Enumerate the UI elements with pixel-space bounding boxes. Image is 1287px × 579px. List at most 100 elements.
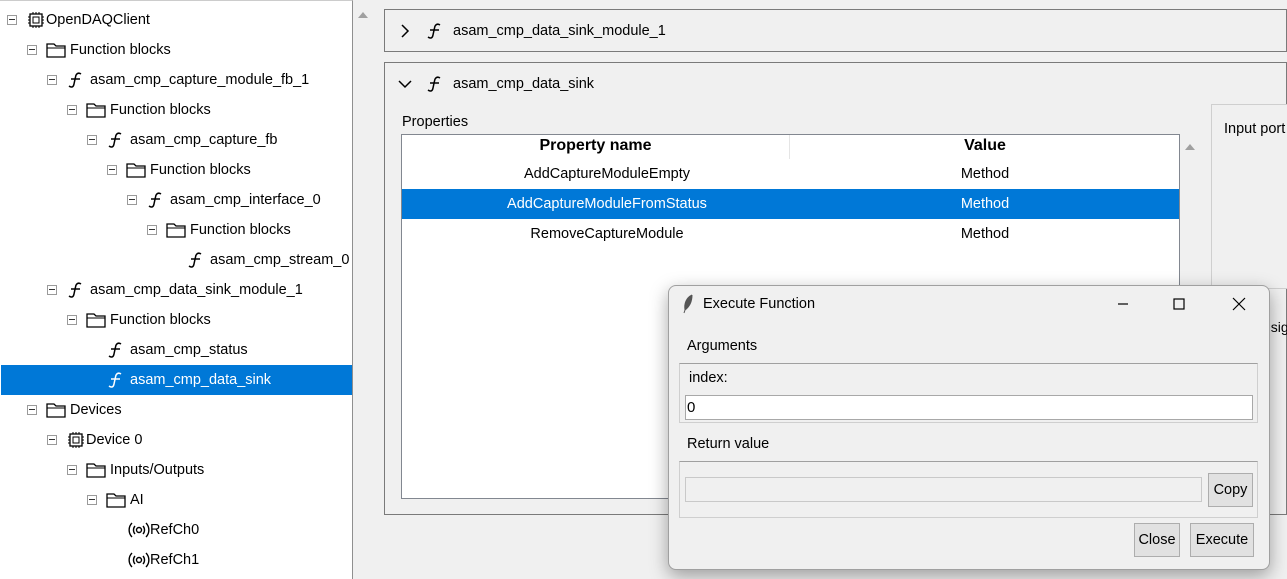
tree-item[interactable]: asam_cmp_capture_module_fb_1 — [1, 65, 352, 95]
tree-item[interactable]: Function blocks — [1, 305, 352, 335]
copy-button[interactable]: Copy — [1208, 473, 1253, 507]
minimize-button[interactable] — [1101, 292, 1145, 316]
tree-item-label: Function blocks — [190, 222, 291, 238]
index-label: index: — [689, 370, 728, 386]
arguments-label: Arguments — [687, 338, 758, 354]
tree-item-label: Function blocks — [70, 42, 171, 58]
function-icon — [146, 191, 166, 209]
table-row[interactable]: AddCaptureModuleFromStatus Method — [402, 189, 1179, 219]
return-value-field[interactable] — [685, 477, 1202, 502]
chevron-down-icon[interactable] — [397, 76, 413, 92]
function-icon — [106, 371, 126, 389]
collapse-toggle-icon[interactable] — [47, 435, 57, 445]
property-value-cell: Method — [960, 196, 1010, 212]
tree-item[interactable]: Inputs/Outputs — [1, 455, 352, 485]
signal-icon — [126, 521, 150, 539]
tree-item[interactable]: RefCh1 — [1, 545, 352, 575]
chip-icon — [26, 11, 46, 29]
dialog-titlebar[interactable]: Execute Function — [669, 286, 1269, 322]
tree-item-label: asam_cmp_stream_0 — [210, 252, 350, 268]
property-value-cell: Method — [960, 166, 1010, 182]
collapsed-panel-data-sink-module[interactable]: asam_cmp_data_sink_module_1 — [384, 9, 1287, 52]
collapse-toggle-icon[interactable] — [87, 495, 97, 505]
tree-item-label: AI — [130, 492, 144, 508]
column-header-value[interactable]: Value — [791, 135, 1179, 159]
tree-item-label: OpenDAQClient — [46, 12, 150, 28]
tree-item-label: Device 0 — [86, 432, 143, 448]
tree-item-label: asam_cmp_data_sink_module_1 — [90, 282, 303, 298]
index-input[interactable] — [685, 395, 1253, 420]
tree-item[interactable]: Function blocks — [1, 215, 352, 245]
tree-item[interactable]: asam_cmp_status — [1, 335, 352, 365]
table-row[interactable]: RemoveCaptureModule Method — [402, 219, 1179, 249]
tree-item[interactable]: asam_cmp_stream_0 — [1, 245, 352, 275]
tree-item[interactable]: asam_cmp_data_sink — [1, 365, 352, 395]
tree-item-label: Function blocks — [150, 162, 251, 178]
table-scroll-up-arrow-icon[interactable] — [1185, 138, 1195, 154]
collapse-toggle-icon[interactable] — [7, 15, 17, 25]
collapse-toggle-icon[interactable] — [87, 135, 97, 145]
collapse-toggle-icon[interactable] — [147, 225, 157, 235]
tree-item[interactable]: Device 0 — [1, 425, 352, 455]
tree-item[interactable]: RefCh0 — [1, 515, 352, 545]
folder-icon — [46, 41, 66, 59]
function-icon — [66, 71, 86, 89]
maximize-button[interactable] — [1157, 292, 1201, 316]
collapse-toggle-icon[interactable] — [27, 45, 37, 55]
tree-item-label: asam_cmp_data_sink — [130, 372, 272, 388]
close-window-button[interactable] — [1217, 292, 1261, 316]
input-ports-label: Input port — [1224, 121, 1286, 137]
minimize-icon — [1118, 303, 1128, 305]
property-name-cell: AddCaptureModuleFromStatus — [507, 196, 707, 212]
tree-item-label: asam_cmp_status — [130, 342, 248, 358]
function-icon — [427, 23, 441, 39]
execute-function-dialog: Execute Function Arguments index: Return… — [668, 285, 1270, 570]
function-icon — [427, 76, 441, 92]
property-name-cell: AddCaptureModuleEmpty — [523, 166, 691, 182]
collapse-toggle-icon[interactable] — [127, 195, 137, 205]
close-icon — [1232, 297, 1246, 311]
folder-icon — [86, 311, 106, 329]
panel-title: asam_cmp_data_sink — [453, 76, 595, 92]
tree-item[interactable]: Devices — [1, 395, 352, 425]
collapse-toggle-icon[interactable] — [27, 405, 37, 415]
device-tree[interactable]: OpenDAQClient Function blocks asam_cmp_cap… — [0, 0, 353, 579]
tree-item-label: asam_cmp_interface_0 — [170, 192, 321, 208]
panel-header[interactable]: asam_cmp_data_sink — [397, 63, 594, 105]
chevron-right-icon[interactable] — [397, 23, 413, 39]
close-button[interactable]: Close — [1134, 523, 1180, 557]
column-header-property-name[interactable]: Property name — [402, 135, 790, 159]
tree-item[interactable]: asam_cmp_data_sink_module_1 — [1, 275, 352, 305]
tree-item[interactable]: Function blocks — [1, 95, 352, 125]
function-icon — [66, 281, 86, 299]
properties-label: Properties — [402, 114, 469, 130]
tree-item-label: asam_cmp_capture_module_fb_1 — [90, 72, 310, 88]
collapse-toggle-icon[interactable] — [47, 285, 57, 295]
tree-item-label: RefCh1 — [150, 552, 200, 568]
collapse-toggle-icon[interactable] — [107, 165, 117, 175]
tree-item[interactable]: asam_cmp_interface_0 — [1, 185, 352, 215]
folder-icon — [46, 401, 66, 419]
folder-icon — [126, 161, 146, 179]
function-icon — [186, 251, 206, 269]
panel-header[interactable]: asam_cmp_data_sink_module_1 — [397, 10, 666, 52]
collapse-toggle-icon[interactable] — [67, 315, 77, 325]
tree-item[interactable]: Function blocks — [1, 35, 352, 65]
execute-button[interactable]: Execute — [1190, 523, 1254, 557]
folder-icon — [166, 221, 186, 239]
collapse-toggle-icon[interactable] — [47, 75, 57, 85]
table-row[interactable]: AddCaptureModuleEmpty Method — [402, 159, 1179, 189]
tree-item-label: Devices — [70, 402, 122, 418]
tree-item[interactable]: Function blocks — [1, 155, 352, 185]
collapse-toggle-icon[interactable] — [67, 105, 77, 115]
tree-item[interactable]: OpenDAQClient — [1, 5, 352, 35]
tree-item-label: asam_cmp_capture_fb — [130, 132, 278, 148]
tree-item[interactable]: asam_cmp_capture_fb — [1, 125, 352, 155]
collapse-toggle-icon[interactable] — [67, 465, 77, 475]
function-icon — [106, 131, 126, 149]
dialog-title: Execute Function — [703, 296, 816, 312]
scroll-up-arrow-icon[interactable] — [358, 6, 368, 22]
maximize-icon — [1173, 298, 1185, 310]
tree-item[interactable]: AI — [1, 485, 352, 515]
input-ports-group: Input port — [1211, 104, 1287, 289]
